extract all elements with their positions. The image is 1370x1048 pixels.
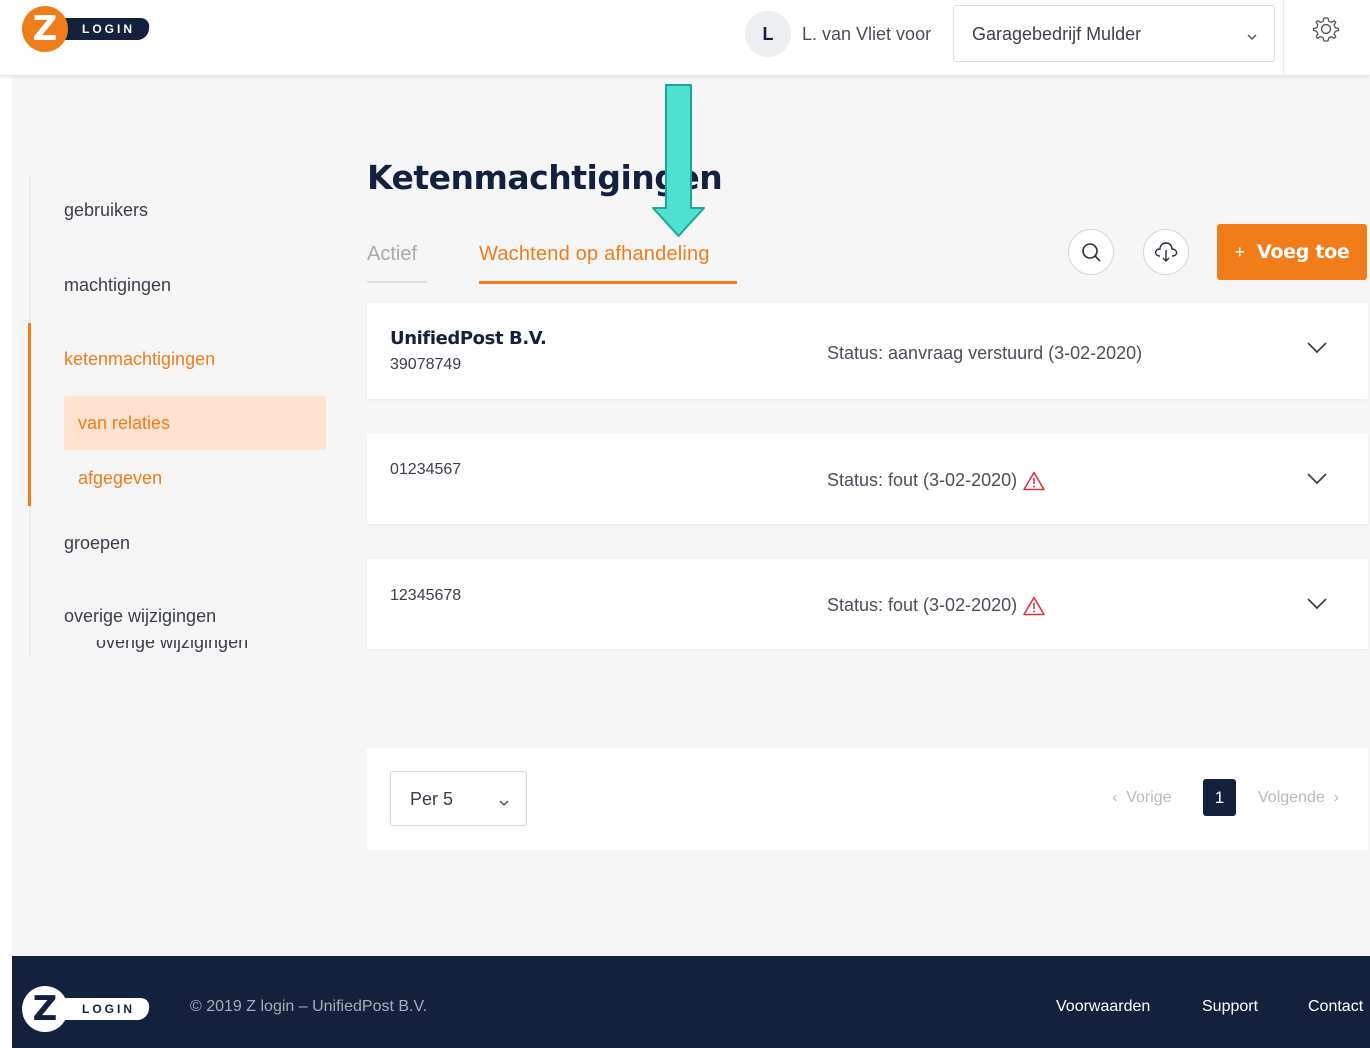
- footer-logo[interactable]: Z LOGIN: [22, 986, 151, 1032]
- gear-icon[interactable]: [1312, 15, 1340, 48]
- row-status: Status: fout (3-02-2020): [827, 595, 1045, 616]
- chevron-down-icon: [498, 794, 510, 812]
- top-header: Z LOGIN L L. van Vliet voor Garagebedrij…: [0, 0, 1370, 76]
- row-status: Status: fout (3-02-2020): [827, 470, 1045, 491]
- list-item[interactable]: 01234567 Status: fout (3-02-2020): [367, 434, 1368, 524]
- footer-link-voorwaarden[interactable]: Voorwaarden: [1056, 998, 1150, 1016]
- previous-page-button[interactable]: ‹ Vorige: [1112, 789, 1172, 807]
- chevron-down-icon[interactable]: [1307, 472, 1327, 490]
- zlogin-logo[interactable]: Z LOGIN: [22, 6, 151, 52]
- tab-actief[interactable]: Actief: [367, 243, 417, 266]
- chevron-down-icon[interactable]: [1307, 597, 1327, 615]
- list-item[interactable]: UnifiedPost B.V. 39078749 Status: aanvra…: [367, 303, 1368, 399]
- row-number: 39078749: [390, 356, 462, 373]
- cloud-download-icon: [1154, 242, 1178, 262]
- footer-link-contact[interactable]: Contact: [1308, 998, 1363, 1016]
- pagination-bar: Per 5 ‹ Vorige 1 Volgende ›: [367, 748, 1368, 850]
- sidebar-subitem-afgegeven[interactable]: afgegeven: [64, 451, 326, 505]
- sidebar-item-machtigingen[interactable]: machtigingen: [64, 275, 171, 296]
- per-page-select[interactable]: Per 5: [390, 771, 527, 826]
- sidebar-item-groepen[interactable]: groepen: [64, 533, 130, 554]
- warning-icon: [1023, 596, 1045, 615]
- row-number: 12345678: [390, 587, 462, 604]
- list-item[interactable]: 12345678 Status: fout (3-02-2020): [367, 559, 1368, 649]
- tab-wachtend[interactable]: Wachtend op afhandeling: [479, 243, 710, 266]
- per-page-value: Per 5: [410, 789, 454, 809]
- page-number-button[interactable]: 1: [1203, 779, 1236, 816]
- user-label: L. van Vliet voor: [802, 24, 932, 44]
- search-icon: [1082, 243, 1101, 262]
- avatar[interactable]: L: [745, 11, 791, 57]
- sidebar-subitem-van-relaties[interactable]: van relaties: [64, 396, 326, 450]
- sidebar-ghost-label: overige wijzigingen: [96, 640, 249, 652]
- plus-icon: +: [1234, 241, 1246, 262]
- row-name: UnifiedPost B.V.: [390, 328, 547, 349]
- add-button-label: Voeg toe: [1257, 241, 1350, 263]
- add-button[interactable]: + Voeg toe: [1217, 224, 1367, 280]
- footer: Z LOGIN © 2019 Z login – UnifiedPost B.V…: [12, 956, 1370, 1048]
- header-divider: [1283, 0, 1284, 76]
- copyright-text: © 2019 Z login – UnifiedPost B.V.: [190, 998, 428, 1015]
- arrow-down-icon: [651, 84, 707, 245]
- tab-actief-underline: [367, 281, 427, 283]
- organization-value: Garagebedrijf Mulder: [972, 24, 1142, 44]
- organization-select[interactable]: Garagebedrijf Mulder: [953, 5, 1275, 62]
- search-button[interactable]: [1068, 229, 1114, 275]
- logo-z-mark: Z: [22, 986, 68, 1032]
- chevron-down-icon[interactable]: [1307, 341, 1327, 359]
- sidebar-item-overige-wijzigingen[interactable]: overige wijzigingen: [64, 606, 216, 627]
- warning-icon: [1023, 471, 1045, 490]
- row-status: Status: aanvraag verstuurd (3-02-2020): [827, 343, 1143, 363]
- logo-z-mark: Z: [22, 6, 68, 52]
- sidebar-item-gebruikers[interactable]: gebruikers: [64, 200, 148, 221]
- row-number: 01234567: [390, 461, 462, 478]
- download-button[interactable]: [1143, 229, 1189, 275]
- next-page-button[interactable]: Volgende ›: [1258, 789, 1339, 807]
- sidebar-active-indicator: [28, 323, 31, 506]
- footer-link-support[interactable]: Support: [1202, 998, 1258, 1016]
- sidebar-item-ketenmachtigingen[interactable]: ketenmachtigingen: [64, 349, 215, 370]
- chevron-down-icon: [1246, 28, 1258, 46]
- tab-wachtend-underline: [479, 281, 737, 284]
